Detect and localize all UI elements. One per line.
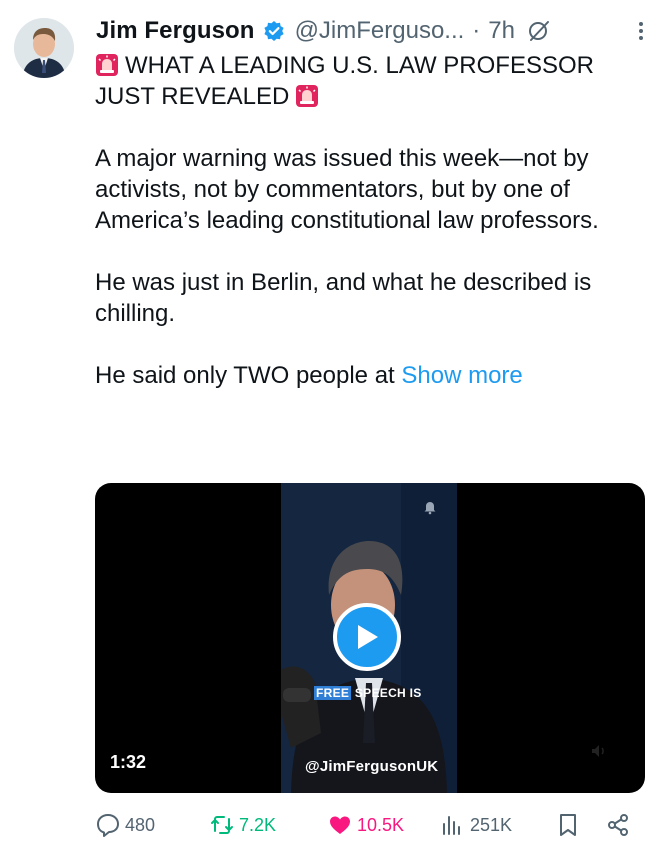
views-count: 251K bbox=[470, 814, 513, 835]
paragraph-2: He was just in Berlin, and what he descr… bbox=[95, 269, 592, 327]
grok-icon[interactable] bbox=[527, 19, 551, 43]
avatar[interactable] bbox=[14, 18, 74, 78]
views-icon bbox=[443, 816, 460, 835]
like-icon bbox=[330, 816, 350, 834]
paragraph-3-text: He said only TWO people at bbox=[95, 362, 395, 389]
like-count: 10.5K bbox=[357, 814, 405, 835]
separator-dot: · bbox=[472, 17, 481, 44]
repost-icon bbox=[211, 816, 233, 834]
repost-button[interactable]: 7.2K bbox=[209, 810, 276, 840]
play-button[interactable] bbox=[333, 603, 401, 671]
verified-badge-icon bbox=[263, 20, 285, 42]
bookmark-icon bbox=[560, 814, 576, 836]
speaker-icon[interactable] bbox=[589, 741, 609, 761]
timestamp[interactable]: 7h bbox=[488, 17, 515, 45]
share-icon bbox=[608, 814, 628, 836]
like-button[interactable]: 10.5K bbox=[327, 810, 404, 840]
repost-count: 7.2K bbox=[239, 814, 277, 835]
paragraph-1: A major warning was issued this week—not… bbox=[95, 145, 599, 234]
caption-highlight: FREE bbox=[314, 686, 352, 700]
caption-text: SPEECH IS bbox=[351, 686, 422, 700]
show-more-link[interactable]: Show more bbox=[401, 362, 522, 389]
author-name[interactable]: Jim Ferguson bbox=[96, 17, 255, 45]
siren-icon bbox=[95, 53, 119, 77]
video-duration: 1:32 bbox=[110, 752, 147, 772]
bell-icon bbox=[422, 499, 438, 515]
more-icon[interactable] bbox=[631, 21, 651, 41]
avatar-image bbox=[14, 18, 74, 78]
play-icon bbox=[358, 625, 378, 649]
share-button[interactable] bbox=[605, 810, 631, 840]
reply-button[interactable]: 480 bbox=[95, 810, 155, 840]
reply-icon bbox=[97, 814, 119, 837]
headline: WHAT A LEADING U.S. LAW PROFESSOR JUST R… bbox=[95, 50, 643, 112]
tweet-header: Jim Ferguson @JimFerguso... · 7h bbox=[96, 14, 651, 48]
siren-icon bbox=[295, 84, 319, 108]
video-caption: FREE SPEECH IS bbox=[314, 686, 422, 700]
reply-count: 480 bbox=[125, 814, 156, 835]
headline-line1: WHAT A LEADING U.S. LAW PROFESSOR bbox=[125, 52, 594, 79]
author-handle[interactable]: @JimFerguso... bbox=[295, 17, 465, 45]
tweet-text: WHAT A LEADING U.S. LAW PROFESSOR JUST R… bbox=[95, 50, 643, 391]
action-bar: 480 7.2K 10.5K 251K bbox=[95, 810, 635, 840]
video-watermark: @JimFergusonUK bbox=[305, 758, 439, 775]
bookmark-button[interactable] bbox=[555, 810, 581, 840]
views-button[interactable]: 251K bbox=[440, 810, 512, 840]
paragraph-3: He said only TWO people at Show more bbox=[95, 360, 643, 391]
headline-line2: JUST REVEALED bbox=[95, 83, 290, 110]
video-player[interactable]: 1:32 FREE SPEECH IS @JimFergusonUK bbox=[95, 483, 645, 793]
